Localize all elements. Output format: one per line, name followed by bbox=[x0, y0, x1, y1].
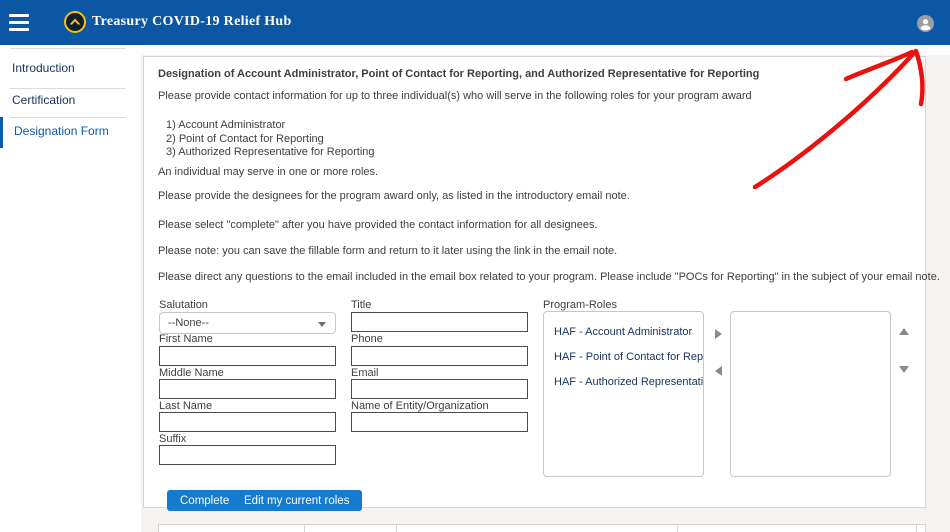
list-item[interactable]: HAF - Account Administrator bbox=[544, 320, 703, 345]
program-roles-available-list: HAF - Account Administrator HAF - Point … bbox=[543, 311, 704, 477]
intro-text: Please provide contact information for u… bbox=[158, 90, 752, 102]
app-window: Treasury COVID-19 Relief Hub Introductio… bbox=[0, 0, 950, 532]
note-text: Please select "complete" after you have … bbox=[158, 219, 598, 231]
table-column-divider bbox=[677, 525, 678, 532]
note-text: Please provide the designees for the pro… bbox=[158, 190, 630, 202]
title-field[interactable] bbox=[351, 312, 528, 332]
form-heading: Designation of Account Administrator, Po… bbox=[158, 68, 759, 80]
move-left-icon[interactable] bbox=[715, 366, 722, 376]
salutation-label: Salutation bbox=[159, 299, 208, 311]
sidebar-item-designation-form[interactable]: Designation Form bbox=[14, 124, 109, 138]
middle-name-field[interactable] bbox=[159, 379, 336, 399]
middle-name-label: Middle Name bbox=[159, 367, 224, 379]
table-column-divider bbox=[916, 525, 917, 532]
salutation-select[interactable]: --None-- bbox=[159, 312, 336, 334]
edit-current-roles-button[interactable]: Edit my current roles bbox=[231, 490, 362, 511]
move-up-icon[interactable] bbox=[899, 328, 909, 335]
email-label: Email bbox=[351, 367, 379, 379]
note-text: An individual may serve in one or more r… bbox=[158, 166, 378, 178]
program-roles-label: Program-Roles bbox=[543, 299, 617, 311]
entity-field[interactable] bbox=[351, 412, 528, 432]
email-field[interactable] bbox=[351, 379, 528, 399]
salutation-value: --None-- bbox=[168, 317, 209, 329]
sidebar-item-introduction[interactable]: Introduction bbox=[12, 61, 75, 75]
note-text: Please note: you can save the fillable f… bbox=[158, 245, 617, 257]
title-label: Title bbox=[351, 299, 371, 311]
first-name-label: First Name bbox=[159, 333, 213, 345]
list-item[interactable]: HAF - Point of Contact for Reporting bbox=[544, 345, 703, 370]
designation-form-panel: Designation of Account Administrator, Po… bbox=[143, 56, 926, 508]
sidebar-item-certification[interactable]: Certification bbox=[12, 93, 75, 107]
user-icon[interactable] bbox=[917, 15, 934, 32]
role-list-item: 1) Account Administrator bbox=[166, 119, 285, 131]
suffix-label: Suffix bbox=[159, 433, 186, 445]
last-name-label: Last Name bbox=[159, 400, 212, 412]
table-column-divider bbox=[304, 525, 305, 532]
suffix-field[interactable] bbox=[159, 445, 336, 465]
app-title: Treasury COVID-19 Relief Hub bbox=[92, 14, 292, 30]
treasury-logo-icon bbox=[64, 11, 86, 33]
role-list-item: 3) Authorized Representative for Reporti… bbox=[166, 146, 375, 158]
entity-label: Name of Entity/Organization bbox=[351, 400, 489, 412]
first-name-field[interactable] bbox=[159, 346, 336, 366]
header-gap bbox=[0, 45, 950, 55]
phone-field[interactable] bbox=[351, 346, 528, 366]
note-text: Please direct any questions to the email… bbox=[158, 271, 940, 283]
sidebar-nav: Introduction Certification Designation F… bbox=[0, 45, 141, 532]
move-down-icon[interactable] bbox=[899, 366, 909, 373]
table-column-divider bbox=[396, 525, 397, 532]
list-item[interactable]: HAF - Authorized Representative fo... bbox=[544, 370, 703, 395]
sidebar-divider bbox=[10, 88, 126, 89]
table-row bbox=[158, 524, 926, 532]
app-header: Treasury COVID-19 Relief Hub bbox=[0, 0, 950, 45]
move-right-icon[interactable] bbox=[715, 329, 722, 339]
phone-label: Phone bbox=[351, 333, 383, 345]
program-roles-chosen-list[interactable] bbox=[730, 311, 891, 477]
last-name-field[interactable] bbox=[159, 412, 336, 432]
sidebar-divider bbox=[10, 117, 126, 118]
sidebar-divider bbox=[10, 48, 126, 49]
chevron-down-icon bbox=[318, 322, 326, 327]
sidebar-active-indicator bbox=[0, 117, 3, 148]
menu-icon[interactable] bbox=[9, 14, 29, 31]
role-list-item: 2) Point of Contact for Reporting bbox=[166, 133, 324, 145]
